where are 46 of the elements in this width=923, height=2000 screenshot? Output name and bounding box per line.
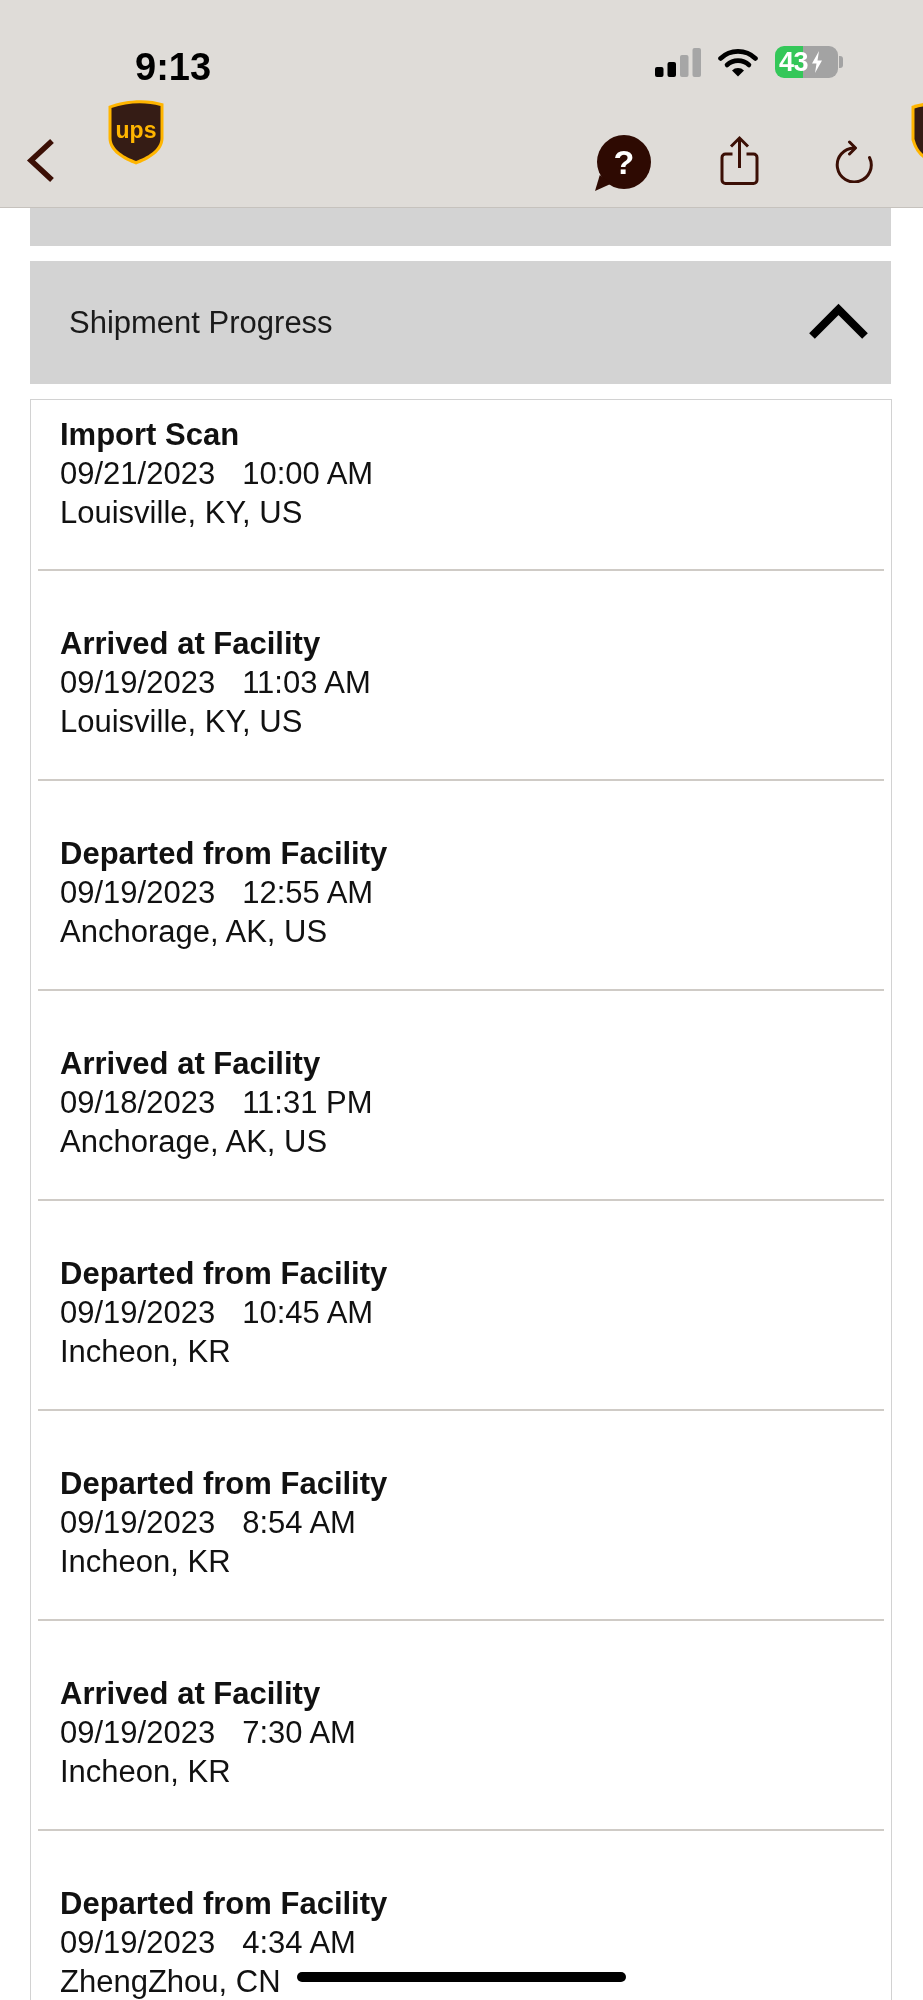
event-location: Anchorage, AK, US [60, 1123, 328, 1161]
event-date: 09/21/2023 [60, 455, 216, 493]
event-time: 11:03 AM [242, 664, 371, 702]
event-date: 09/19/2023 [60, 1294, 216, 1332]
event-status: Arrived at Facility [60, 1045, 321, 1083]
event-location: Incheon, KR [60, 1333, 231, 1371]
event-location: Incheon, KR [60, 1753, 231, 1791]
event-date: 09/18/2023 [60, 1084, 216, 1122]
battery-percentage: 43 [779, 47, 809, 77]
section-header[interactable]: Shipment Progress [30, 261, 891, 384]
event-date: 09/19/2023 [60, 874, 216, 912]
event-date: 09/19/2023 [60, 1924, 216, 1962]
signal-icon [655, 47, 701, 77]
share-icon [719, 135, 760, 186]
event-status: Arrived at Facility [60, 625, 321, 663]
refresh-button[interactable] [833, 140, 875, 183]
shield-icon [910, 100, 923, 160]
event-status: Departed from Facility [60, 1885, 388, 1923]
back-button[interactable] [26, 138, 56, 183]
event-location: Louisville, KY, US [60, 494, 303, 532]
event-location: ZhengZhou, CN [60, 1963, 281, 2000]
logo: ups [107, 98, 165, 165]
event-time: 11:31 PM [242, 1084, 373, 1122]
event-location: Incheon, KR [60, 1543, 231, 1581]
event-status: Departed from Facility [60, 1465, 388, 1503]
status-time: 9:13 [135, 47, 212, 87]
chevron-left-icon [26, 138, 56, 183]
event-date: 09/19/2023 [60, 1714, 216, 1752]
event-time: 8:54 AM [242, 1504, 356, 1542]
event-date: 09/19/2023 [60, 1504, 216, 1542]
event-status: Import Scan [60, 416, 240, 454]
event-time: 10:00 AM [242, 455, 374, 493]
event-date: 09/19/2023 [60, 664, 216, 702]
event-location: Anchorage, AK, US [60, 913, 328, 951]
share-button[interactable] [719, 135, 760, 186]
event-status: Departed from Facility [60, 835, 388, 873]
event-status: Arrived at Facility [60, 1675, 321, 1713]
event-time: 10:45 AM [242, 1294, 374, 1332]
event-time: 4:34 AM [242, 1924, 356, 1962]
event-location: Louisville, KY, US [60, 703, 303, 741]
event-time: 12:55 AM [242, 874, 374, 912]
help-button[interactable]: ? [595, 135, 651, 191]
refresh-icon [833, 140, 875, 183]
event-status: Departed from Facility [60, 1255, 388, 1293]
event-time: 7:30 AM [242, 1714, 356, 1752]
wifi-icon [718, 47, 758, 77]
